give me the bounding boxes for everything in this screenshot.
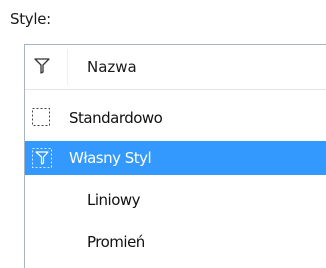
list-item-label: Standardowo xyxy=(69,109,163,127)
list-item-label: Własny Styl xyxy=(69,149,152,167)
list-item-label: Liniowy xyxy=(87,191,141,209)
filter-icon[interactable] xyxy=(33,57,51,79)
style-label: Style: xyxy=(10,10,51,28)
style-list[interactable]: Nazwa Standardowo Własny Styl Liniowy Pr… xyxy=(24,44,326,268)
column-header-name[interactable]: Nazwa xyxy=(87,58,137,76)
list-item-liniowy[interactable]: Liniowy xyxy=(25,183,326,217)
list-item-wlasny-styl[interactable]: Własny Styl xyxy=(25,141,326,175)
list-item-promien[interactable]: Promień xyxy=(25,225,326,259)
filter-box-icon xyxy=(31,147,53,173)
list-item-label: Promień xyxy=(87,233,145,251)
list-header: Nazwa xyxy=(25,45,326,90)
dashed-box-icon xyxy=(31,107,51,131)
header-divider xyxy=(67,49,68,85)
list-item-standardowo[interactable]: Standardowo xyxy=(25,101,326,135)
